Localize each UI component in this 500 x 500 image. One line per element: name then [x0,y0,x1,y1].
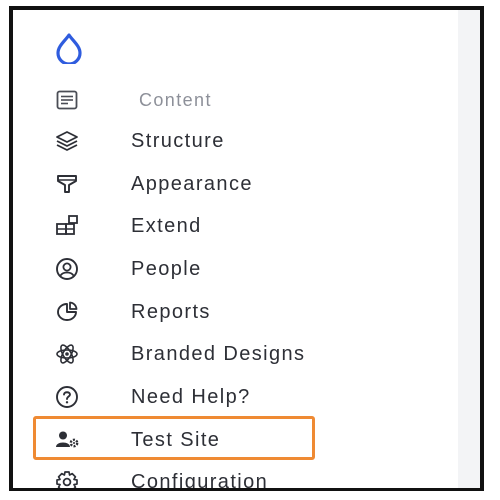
user-gear-icon [53,426,81,454]
sidebar-item-label: Extend [131,214,202,237]
sidebar-item-people[interactable]: People [53,252,202,286]
user-circle-icon [53,255,81,283]
sidebar-item-label: Test Site [131,428,221,451]
sidebar-item-need-help[interactable]: Need Help? [53,380,251,414]
sidebar-item-label: Configuration [131,470,269,491]
document-icon [53,86,81,114]
sidebar-item-label: People [131,257,202,280]
sidebar-item-label: Reports [131,300,211,323]
sidebar-item-label: Need Help? [131,385,251,408]
sidebar-item-reports[interactable]: Reports [53,295,211,329]
sidebar-item-branded-designs[interactable]: Branded Designs [53,337,305,371]
pie-chart-icon [53,298,81,326]
sidebar-item-configuration[interactable]: Configuration [53,465,269,491]
gear-icon [53,468,81,488]
sidebar-item-label: Content [139,89,212,110]
puzzle-blocks-icon [53,212,81,240]
sidebar-item-extend[interactable]: Extend [53,209,202,243]
sidebar-item-test-site[interactable]: Test Site [53,423,220,457]
admin-sidebar-nav: Content Structure Appearance Extend Peop… [13,10,480,488]
sidebar-item-label: Branded Designs [131,342,306,365]
screenshot-frame: Content Structure Appearance Extend Peop… [9,6,484,491]
sidebar-item-appearance[interactable]: Appearance [53,167,253,201]
sidebar-item-label: Appearance [131,172,253,195]
sidebar-item-content[interactable]: Content [53,83,212,117]
question-circle-icon [53,383,81,411]
drupal-drop-icon[interactable] [53,32,85,66]
sidebar-item-label: Structure [131,129,225,152]
atom-icon [53,340,81,368]
sidebar-item-structure[interactable]: Structure [53,124,225,158]
paint-roller-icon [53,170,81,198]
layers-icon [53,127,81,155]
